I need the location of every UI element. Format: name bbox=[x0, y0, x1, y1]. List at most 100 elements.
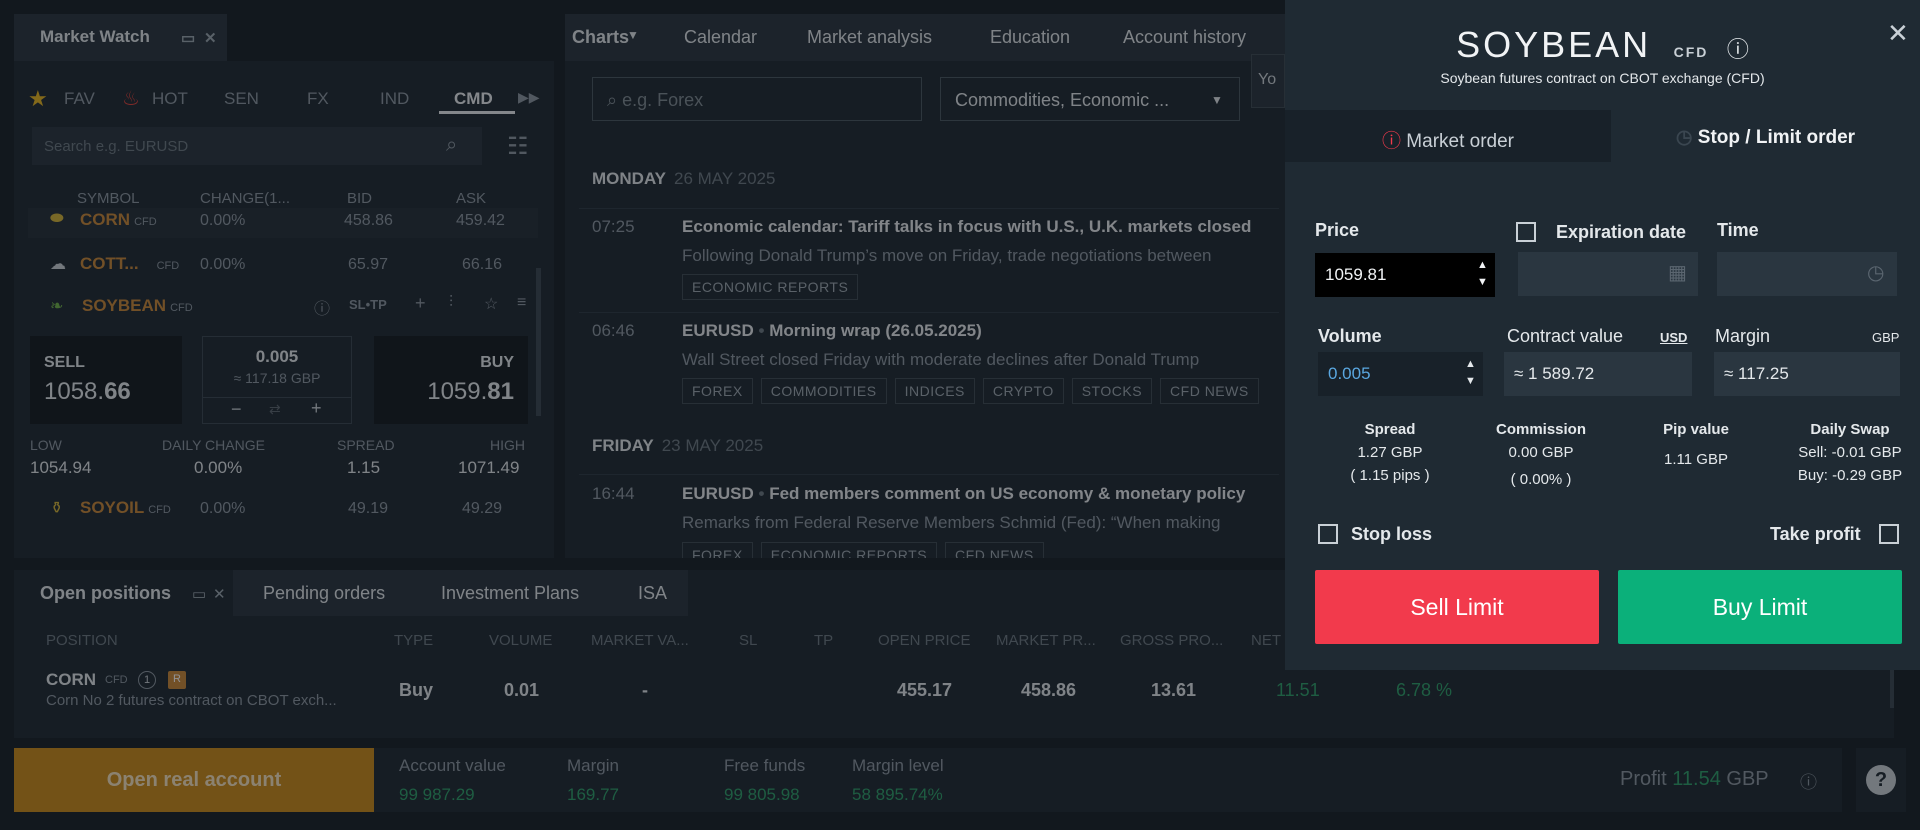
tab-ind[interactable]: IND bbox=[380, 89, 409, 109]
expiration-checkbox[interactable] bbox=[1516, 222, 1536, 242]
tab-sen[interactable]: SEN bbox=[224, 89, 259, 109]
maximize-icon[interactable]: ▭ bbox=[181, 29, 195, 47]
swap-icon[interactable]: ⇄ bbox=[269, 401, 281, 418]
tab-investment-plans[interactable]: Investment Plans bbox=[441, 583, 579, 604]
tab-cmd[interactable]: CMD bbox=[454, 89, 493, 109]
info-icon[interactable]: ⓘ bbox=[314, 295, 330, 319]
info-icon[interactable]: ⓘ bbox=[1800, 768, 1817, 793]
search-icon[interactable]: ⌕ bbox=[446, 134, 457, 157]
flame-icon: ♨ bbox=[122, 88, 140, 110]
tab-fx[interactable]: FX bbox=[307, 89, 329, 109]
position-desc: Corn No 2 futures contract on CBOT exch.… bbox=[46, 692, 337, 709]
close-icon[interactable]: ✕ bbox=[213, 585, 226, 603]
grid-view-icon[interactable]: ☷ bbox=[507, 132, 529, 161]
price-stepper-icon[interactable]: ▲ ▼ bbox=[1477, 257, 1488, 291]
volume-stepper-icon[interactable]: ▲ ▼ bbox=[1465, 356, 1476, 390]
list-item[interactable]: ⬬ CORN CFD 0.00% 458.86 459.42 bbox=[28, 208, 538, 238]
close-icon[interactable]: ✕ bbox=[1887, 18, 1909, 49]
position-type: Buy bbox=[399, 680, 434, 700]
tab-market-order-label: Market order bbox=[1406, 131, 1514, 152]
symbol-name: SOYBEAN bbox=[82, 296, 167, 315]
decrease-button[interactable]: − bbox=[231, 399, 242, 420]
tab-open-positions[interactable]: Open positions ▭ ✕ bbox=[14, 570, 233, 616]
take-profit-checkbox[interactable] bbox=[1879, 524, 1899, 544]
selected-symbol-row[interactable]: ❧ SOYBEAN CFD ⓘ SL•TP + ⫶ ☆ ≡ bbox=[28, 290, 538, 326]
sell-limit-button[interactable]: Sell Limit bbox=[1315, 570, 1599, 644]
sl-tp-button[interactable]: SL•TP bbox=[349, 297, 387, 312]
sell-button[interactable]: SELL 1058.66 bbox=[30, 336, 182, 424]
contract-value: ≈ 1 589.72 bbox=[1504, 352, 1692, 396]
cfd-label: CFD bbox=[105, 674, 128, 686]
col-net: NET bbox=[1251, 632, 1281, 649]
increase-button[interactable]: + bbox=[311, 398, 322, 419]
cfd-label: CFD bbox=[134, 216, 157, 228]
tab-stop-limit-label: Stop / Limit order bbox=[1697, 127, 1856, 148]
close-icon[interactable]: ✕ bbox=[204, 29, 217, 47]
alert-icon: ⓘ bbox=[1382, 131, 1402, 152]
tab-pending-orders[interactable]: Pending orders bbox=[263, 583, 385, 604]
add-list-icon[interactable]: ≡ bbox=[517, 294, 526, 312]
col-change: CHANGE(1... bbox=[200, 190, 291, 207]
margin-currency: GBP bbox=[1872, 330, 1900, 345]
col-ask: ASK bbox=[456, 190, 487, 207]
price-value: 1059.81 bbox=[1325, 265, 1387, 284]
news-tag[interactable]: FOREX bbox=[682, 542, 753, 558]
ask-value: 49.29 bbox=[462, 500, 503, 517]
tab-market-order[interactable]: ⓘ Market order bbox=[1285, 110, 1611, 162]
scrollbar[interactable] bbox=[536, 268, 541, 416]
expiration-date-input[interactable]: ▦ bbox=[1518, 252, 1698, 296]
time-input[interactable]: ◷ bbox=[1717, 252, 1897, 296]
tab-stop-limit-order[interactable]: ◷ Stop / Limit order bbox=[1611, 110, 1920, 162]
price-input[interactable]: 1059.81 ▲ ▼ bbox=[1315, 253, 1495, 297]
daily-swap-label: Daily Swap bbox=[1810, 421, 1890, 438]
sell-price-main: 1058. bbox=[44, 378, 105, 405]
margin-value: ≈ 117.25 bbox=[1714, 352, 1900, 396]
buy-limit-button[interactable]: Buy Limit bbox=[1618, 570, 1902, 644]
volume-stepper[interactable]: 0.005 ≈ 117.18 GBP − ⇄ + bbox=[202, 336, 352, 424]
profit-summary: Profit 11.54 GBP bbox=[1620, 768, 1769, 791]
list-item[interactable]: ☁ COTT... CFD 0.00% 65.97 66.16 bbox=[28, 252, 538, 282]
add-icon[interactable]: + bbox=[415, 293, 426, 314]
news-tag[interactable]: CFD NEWS bbox=[945, 542, 1044, 558]
list-item[interactable]: ⚱ SOYOIL CFD 0.00% 49.19 49.29 bbox=[28, 496, 538, 526]
chevron-right-icon[interactable]: ▶▶ bbox=[518, 89, 540, 106]
position-market-price: 458.86 bbox=[1021, 680, 1077, 700]
market-watch-tab[interactable]: Market Watch ▭ ✕ bbox=[14, 14, 227, 61]
market-watch-title: Market Watch bbox=[40, 27, 150, 46]
star-outline-icon[interactable]: ☆ bbox=[484, 294, 498, 314]
volume-input[interactable]: 0.005 ▲ ▼ bbox=[1318, 352, 1483, 396]
margin-label: Margin bbox=[1715, 326, 1771, 346]
profit-value: 11.54 bbox=[1672, 768, 1721, 790]
contract-currency-link[interactable]: USD bbox=[1660, 330, 1687, 345]
pip-value-label: Pip value bbox=[1663, 421, 1729, 438]
cfd-label: CFD bbox=[1673, 44, 1709, 60]
free-funds-value: 99 805.98 bbox=[724, 785, 800, 804]
tab-hot[interactable]: HOT bbox=[152, 89, 188, 109]
order-symbol: SOYBEAN bbox=[1456, 24, 1652, 65]
scrollbar[interactable] bbox=[1890, 668, 1894, 708]
market-watch-panel: Market Watch ▭ ✕ ★ FAV ♨ HOT SEN FX IND … bbox=[14, 14, 554, 558]
maximize-icon[interactable]: ▭ bbox=[192, 585, 206, 603]
take-profit-label: Take profit bbox=[1770, 524, 1861, 544]
help-button[interactable]: ? bbox=[1866, 765, 1896, 795]
tab-fav[interactable]: FAV bbox=[64, 89, 95, 109]
chart-icon[interactable]: ⫶ bbox=[449, 294, 453, 312]
tab-isa[interactable]: ISA bbox=[638, 583, 667, 604]
news-tag[interactable]: ECONOMIC REPORTS bbox=[760, 542, 938, 558]
news-item[interactable]: 16:44 EURUSD • Fed members comment on US… bbox=[565, 14, 1285, 558]
cfd-label: CFD bbox=[148, 504, 171, 516]
spread-value: 1.27 GBP bbox=[1357, 444, 1423, 461]
open-real-account-button[interactable]: Open real account bbox=[14, 748, 374, 812]
spread-pips: ( 1.15 pips ) bbox=[1350, 467, 1430, 484]
order-subtitle: Soybean futures contract on CBOT exchang… bbox=[1440, 70, 1765, 86]
news-title: Fed members comment on US economy & mone… bbox=[769, 484, 1246, 503]
info-icon[interactable]: ⓘ bbox=[1727, 37, 1749, 62]
buy-button[interactable]: BUY 1059.81 bbox=[374, 336, 528, 424]
contract-value-label: Contract value bbox=[1507, 326, 1624, 346]
bottle-icon: ⚱ bbox=[50, 500, 64, 517]
symbol-search-input[interactable]: Search e.g. EURUSD bbox=[32, 127, 482, 165]
symbol-name: SOYOIL bbox=[80, 498, 145, 517]
buy-price-pips: 81 bbox=[487, 378, 514, 405]
position-open-price: 455.17 bbox=[897, 680, 953, 700]
stop-loss-checkbox[interactable] bbox=[1318, 524, 1338, 544]
